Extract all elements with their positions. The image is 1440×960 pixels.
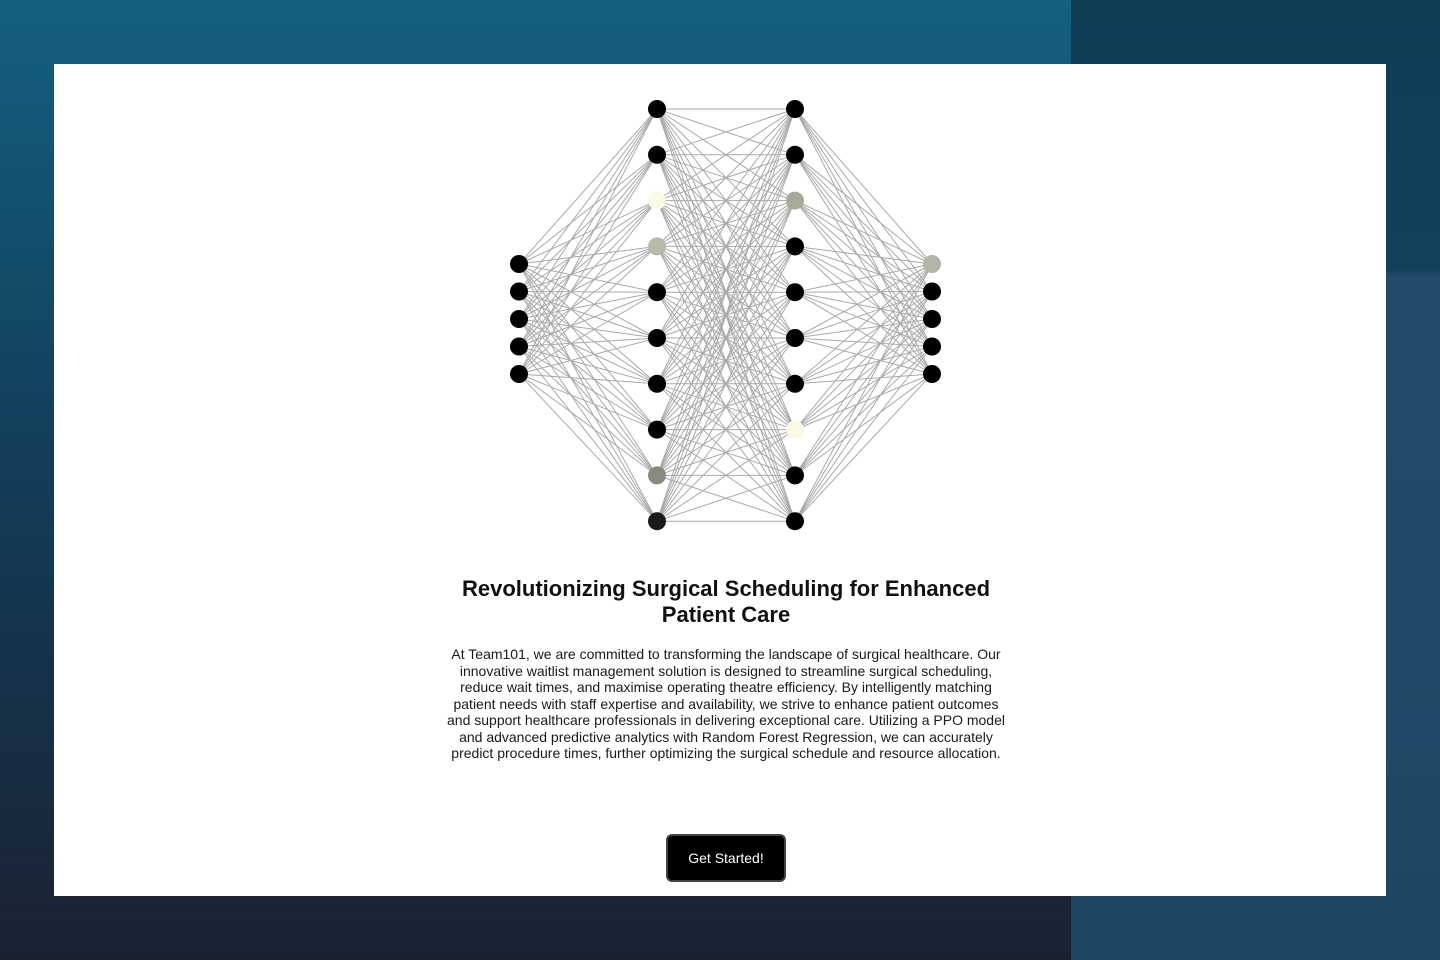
network-node-2-4 — [786, 283, 804, 302]
network-node-2-5 — [786, 329, 804, 347]
network-node-1-7 — [648, 420, 666, 439]
network-node-0-1 — [510, 282, 528, 301]
network-node-2-6 — [786, 374, 804, 393]
network-node-1-9 — [648, 512, 666, 531]
network-node-1-3 — [648, 237, 666, 256]
network-edge-2-2-0 — [794, 200, 933, 265]
network-node-2-7 — [786, 420, 804, 439]
network-edge-2-1-3 — [794, 154, 933, 347]
network-edge-2-9-1 — [794, 291, 933, 522]
network-edge-0-0-9 — [518, 263, 658, 522]
network-edge-0-2-3 — [518, 245, 658, 320]
network-node-1-6 — [648, 374, 666, 393]
neural-network-illustration — [510, 100, 941, 531]
network-edge-0-1-7 — [518, 291, 658, 430]
network-edge-0-3-1 — [518, 154, 658, 347]
network-edge-2-3-1 — [794, 245, 933, 292]
hero-description: At Team101, we are committed to transfor… — [447, 646, 1005, 761]
network-edge-2-9-3 — [794, 346, 933, 522]
network-node-3-0 — [923, 255, 941, 273]
network-node-1-5 — [648, 329, 666, 347]
network-edge-0-0-1 — [518, 154, 658, 265]
network-edge-2-4-1 — [794, 291, 933, 293]
network-edge-2-1-2 — [794, 154, 933, 320]
network-node-0-3 — [510, 337, 528, 356]
network-edge-0-4-4 — [518, 291, 658, 375]
network-node-2-1 — [786, 145, 804, 164]
network-edge-2-4-4 — [794, 291, 933, 375]
network-node-0-0 — [510, 255, 528, 273]
network-edge-2-9-2 — [794, 318, 933, 522]
network-edge-0-3-9 — [518, 346, 658, 522]
network-node-1-0 — [648, 100, 666, 118]
network-node-3-1 — [923, 282, 941, 301]
network-edge-0-1-3 — [518, 245, 658, 292]
network-edge-2-3-2 — [794, 245, 933, 320]
network-node-2-9 — [786, 512, 804, 531]
page-title: Revolutionizing Surgical Scheduling for … — [461, 576, 991, 627]
network-edge-2-7-1 — [794, 291, 933, 430]
network-edge-0-3-6 — [518, 346, 658, 385]
network-node-1-2 — [648, 191, 666, 210]
network-node-2-2 — [786, 191, 804, 210]
network-node-3-2 — [923, 310, 941, 328]
network-edge-0-4-8 — [518, 373, 658, 476]
network-node-0-2 — [510, 310, 528, 328]
network-edge-0-2-9 — [518, 318, 658, 522]
network-node-3-4 — [923, 365, 941, 383]
network-edge-0-3-7 — [518, 346, 658, 431]
network-edge-0-2-1 — [518, 154, 658, 320]
network-node-2-8 — [786, 466, 804, 485]
network-edge-0-4-5 — [518, 337, 658, 375]
get-started-button[interactable]: Get Started! — [666, 834, 786, 882]
network-edges — [518, 108, 933, 522]
network-node-1-4 — [648, 283, 666, 302]
network-edge-2-8-4 — [794, 373, 933, 476]
network-node-1-8 — [648, 466, 666, 485]
network-node-0-4 — [510, 365, 528, 383]
network-node-2-0 — [786, 100, 804, 118]
network-edge-2-9-0 — [794, 263, 933, 522]
network-node-1-1 — [648, 145, 666, 164]
network-edge-0-1-4 — [518, 291, 658, 293]
network-edge-2-7-3 — [794, 346, 933, 431]
hero-card: Revolutionizing Surgical Scheduling for … — [54, 64, 1386, 896]
network-edge-2-5-4 — [794, 337, 933, 375]
network-node-2-3 — [786, 237, 804, 256]
network-node-3-3 — [923, 337, 941, 356]
network-edge-2-7-0 — [794, 263, 933, 430]
network-edge-0-0-7 — [518, 263, 658, 430]
network-edge-0-1-9 — [518, 291, 658, 522]
network-edge-2-1-0 — [794, 154, 933, 265]
network-edge-0-0-2 — [518, 200, 658, 265]
